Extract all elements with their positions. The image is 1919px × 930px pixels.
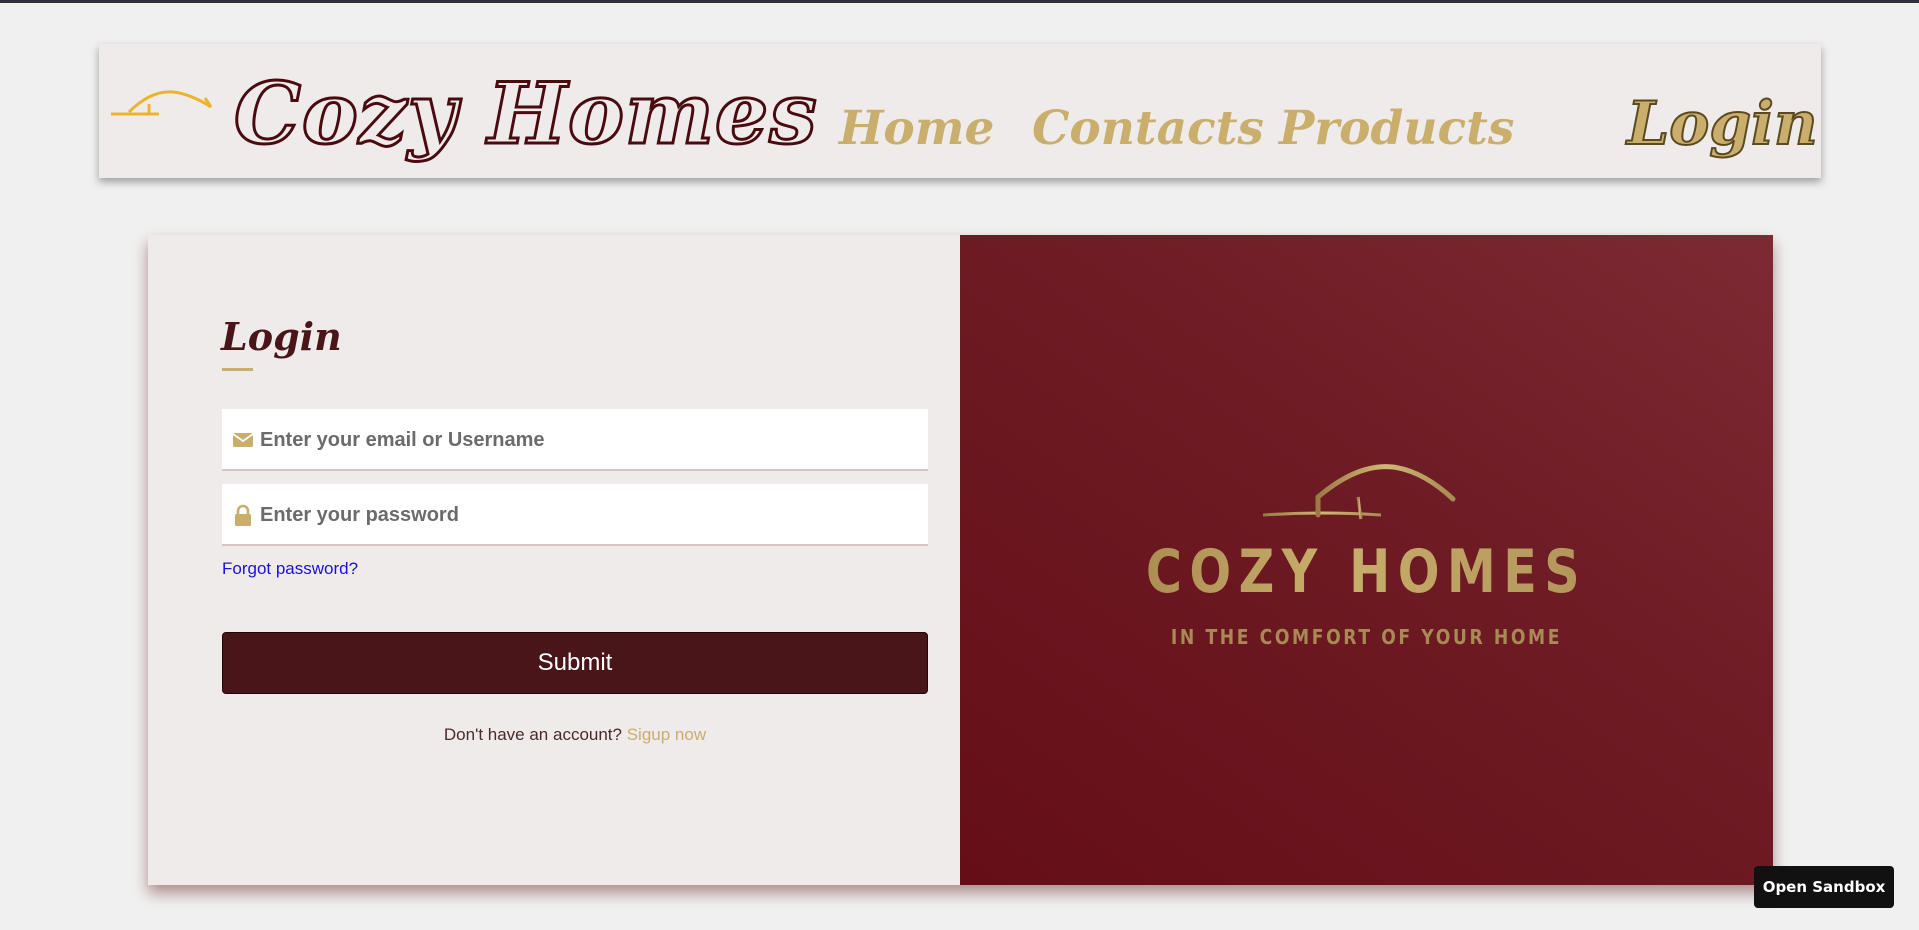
nav-contacts-link[interactable]: Contacts xyxy=(1032,99,1264,159)
open-sandbox-button[interactable]: Open Sandbox xyxy=(1754,866,1894,908)
envelope-icon xyxy=(232,433,254,447)
form-title: Login xyxy=(221,314,342,359)
login-form-panel: Login Forgot password? Submit Don't have… xyxy=(148,235,960,885)
forgot-password-link[interactable]: Forgot password? xyxy=(222,559,358,579)
nav-products-link[interactable]: Products xyxy=(1279,99,1514,159)
password-field xyxy=(222,484,928,546)
lock-icon xyxy=(235,504,251,526)
email-field xyxy=(222,409,928,471)
signup-prompt: Don't have an account? Sigup now xyxy=(222,725,928,745)
nav-login-link[interactable]: Login xyxy=(1626,88,1819,160)
panel-brand-title: COZY HOMES xyxy=(1033,535,1700,609)
nav-home-link[interactable]: Home xyxy=(839,99,994,159)
house-roof-logo-icon xyxy=(1263,464,1456,520)
title-underline xyxy=(222,368,253,371)
submit-button[interactable]: Submit xyxy=(222,632,928,694)
window-top-border xyxy=(0,0,1919,3)
no-account-text: Don't have an account? xyxy=(443,725,622,744)
password-input[interactable] xyxy=(258,484,922,546)
brand-logo-text: Cozy Homes xyxy=(233,63,819,165)
panel-tagline: IN THE COMFORT OF YOUR HOME xyxy=(1170,625,1563,649)
email-input[interactable] xyxy=(258,409,922,471)
house-logo-icon xyxy=(111,90,213,116)
login-card: Login Forgot password? Submit Don't have… xyxy=(148,235,1773,885)
site-header: Cozy Homes Home Contacts Products Login xyxy=(99,44,1821,178)
signup-link[interactable]: Sigup now xyxy=(627,725,706,744)
brand-panel: COZY HOMES IN THE COMFORT OF YOUR HOME xyxy=(960,235,1773,885)
